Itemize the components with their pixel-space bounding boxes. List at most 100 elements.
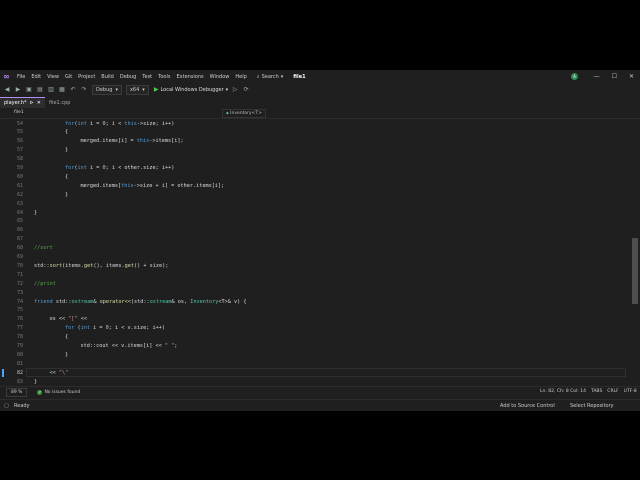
open-file-icon[interactable]: ▤ bbox=[36, 86, 44, 94]
code-line[interactable]: } bbox=[34, 210, 37, 216]
class-icon: ◆ bbox=[226, 111, 229, 115]
forward-icon[interactable]: ▶ bbox=[14, 86, 22, 94]
menu-test[interactable]: Test bbox=[142, 74, 152, 80]
code-token: ->size + i] = other.items[i]; bbox=[133, 182, 225, 189]
code-token: for bbox=[65, 325, 75, 332]
line-number: 59 bbox=[16, 165, 23, 171]
code-line[interactable]: for(int i = 0; i < other.size; i++) bbox=[65, 165, 174, 171]
line-number: 79 bbox=[16, 343, 23, 349]
scrollbar-thumb[interactable] bbox=[632, 238, 638, 304]
save-all-icon[interactable]: ▦ bbox=[58, 86, 66, 94]
menu-tools[interactable]: Tools bbox=[158, 74, 170, 80]
line-number: 65 bbox=[16, 218, 23, 225]
code-line[interactable]: { bbox=[65, 129, 68, 135]
code-token: sort bbox=[49, 262, 63, 269]
line-number: 73 bbox=[16, 289, 23, 296]
close-icon[interactable]: ✕ bbox=[37, 100, 41, 106]
line-number: 75 bbox=[16, 307, 23, 314]
code-token: ostream bbox=[71, 298, 94, 305]
start-without-debugging-icon[interactable]: ▷ bbox=[231, 86, 239, 94]
add-to-source-control-button[interactable]: Add to Source Control bbox=[500, 403, 555, 409]
code-token: get bbox=[124, 262, 134, 269]
minimize-icon[interactable]: — bbox=[594, 73, 600, 80]
code-token: friend bbox=[34, 298, 53, 305]
code-token: ->items[i]; bbox=[149, 138, 184, 145]
code-token: (items. bbox=[62, 262, 84, 269]
menu-edit[interactable]: Edit bbox=[31, 74, 41, 80]
back-icon[interactable]: ◀ bbox=[3, 86, 11, 94]
visual-studio-window: ∞ File Edit View Git Project Build Debug… bbox=[0, 70, 640, 411]
tab-player-h[interactable]: player.h* ⊳ ✕ bbox=[0, 97, 45, 108]
code-line[interactable]: for(int i = 0; i < this->size; i++) bbox=[65, 121, 174, 127]
line-number: 60 bbox=[16, 173, 23, 180]
line-number: 69 bbox=[16, 254, 23, 260]
maximize-icon[interactable]: ☐ bbox=[612, 73, 617, 80]
code-line[interactable]: for (int i = 0; i < v.size; i++) bbox=[65, 325, 165, 331]
close-icon[interactable]: ✕ bbox=[629, 73, 634, 80]
indent-mode[interactable]: TABS bbox=[591, 389, 602, 394]
new-project-icon[interactable]: ▣ bbox=[25, 86, 33, 94]
platform-dropdown[interactable]: x64 ▾ bbox=[125, 84, 149, 95]
code-line[interactable]: std::cout << v.items[i] << " "; bbox=[81, 343, 178, 349]
menu-git[interactable]: Git bbox=[65, 74, 72, 80]
code-line[interactable]: } bbox=[65, 352, 68, 358]
configuration-dropdown[interactable]: Debug ▾ bbox=[92, 84, 122, 95]
code-line[interactable]: //sort bbox=[34, 245, 53, 251]
code-line[interactable]: << "\" bbox=[50, 370, 69, 376]
menu-project[interactable]: Project bbox=[78, 74, 95, 80]
menu-build[interactable]: Build bbox=[101, 74, 114, 80]
menu-file[interactable]: File bbox=[17, 74, 25, 80]
line-number: 82 bbox=[16, 369, 23, 376]
account-avatar[interactable]: A bbox=[571, 73, 578, 80]
undo-icon[interactable]: ↶ bbox=[69, 86, 77, 94]
visual-studio-logo-icon: ∞ bbox=[3, 71, 10, 81]
menu-bar: ∞ File Edit View Git Project Build Debug… bbox=[0, 70, 640, 83]
code-token: i = bbox=[90, 325, 106, 332]
code-line[interactable]: { bbox=[65, 334, 68, 340]
menu-view[interactable]: View bbox=[47, 74, 59, 80]
chevron-down-icon: ▾ bbox=[142, 86, 145, 93]
code-token: for bbox=[65, 165, 75, 171]
code-line[interactable]: std::sort(items.get(), items.get() + siz… bbox=[34, 263, 168, 269]
redo-icon[interactable]: ↷ bbox=[80, 86, 88, 94]
select-repository-button[interactable]: Select Repository bbox=[570, 403, 614, 409]
zoom-level[interactable]: 89 % bbox=[6, 388, 28, 397]
code-line[interactable]: os << "[" << bbox=[50, 316, 88, 322]
start-debugging-button[interactable]: ▶ Local Windows Debugger ▾ bbox=[154, 86, 228, 93]
code-line[interactable]: //print bbox=[34, 281, 56, 287]
menu-extensions[interactable]: Extensions bbox=[176, 74, 203, 80]
code-token: ; i < other.size; i++) bbox=[105, 165, 175, 171]
menu-window[interactable]: Window bbox=[210, 74, 230, 80]
search-box[interactable]: ⌕ Search ▾ bbox=[257, 74, 284, 80]
line-number: 74 bbox=[16, 298, 23, 305]
check-icon: ✓ bbox=[37, 390, 43, 395]
menu-help[interactable]: Help bbox=[235, 74, 246, 80]
code-line[interactable]: merged.items[i] = this->items[i]; bbox=[81, 138, 184, 144]
code-line[interactable]: friend std::ostream& operator<<(std::ost… bbox=[34, 299, 246, 305]
save-icon[interactable]: ▥ bbox=[47, 86, 55, 94]
scope-dropdown[interactable]: ◆ Inventory<T> bbox=[222, 109, 266, 118]
code-token: merged.items[i] = bbox=[80, 138, 137, 145]
code-token: } bbox=[65, 191, 69, 198]
line-ending[interactable]: CRLF bbox=[607, 389, 618, 394]
file-encoding[interactable]: UTF-8 bbox=[624, 389, 637, 394]
code-token: ; i < bbox=[105, 120, 125, 127]
code-line[interactable]: } bbox=[65, 147, 68, 153]
code-token: (std:: bbox=[130, 298, 150, 305]
tab-file1-cpp[interactable]: file1.cpp bbox=[45, 97, 74, 108]
hot-reload-icon[interactable]: ⟳ bbox=[242, 86, 250, 94]
code-token: operator<< bbox=[99, 298, 131, 305]
code-line[interactable]: } bbox=[65, 192, 68, 198]
issues-indicator[interactable]: ✓ No issues found bbox=[37, 390, 80, 395]
code-token: std:: bbox=[52, 298, 72, 305]
line-number: 58 bbox=[16, 156, 23, 163]
menu-debug[interactable]: Debug bbox=[120, 74, 136, 80]
code-editor[interactable]: 54 55 56 57 58 59 60 61 62 63 64 65 66 67 68 69 70 71 72 73… bbox=[0, 119, 630, 384]
code-line[interactable]: merged.items[this->size + i] = other.ite… bbox=[81, 183, 225, 189]
line-number: 67 bbox=[16, 236, 23, 243]
project-dropdown[interactable]: file1 bbox=[14, 110, 24, 115]
code-line[interactable]: { bbox=[65, 174, 68, 180]
code-line[interactable]: } bbox=[34, 379, 37, 384]
code-token: this bbox=[121, 182, 134, 189]
pin-icon[interactable]: ⊳ bbox=[30, 100, 34, 106]
